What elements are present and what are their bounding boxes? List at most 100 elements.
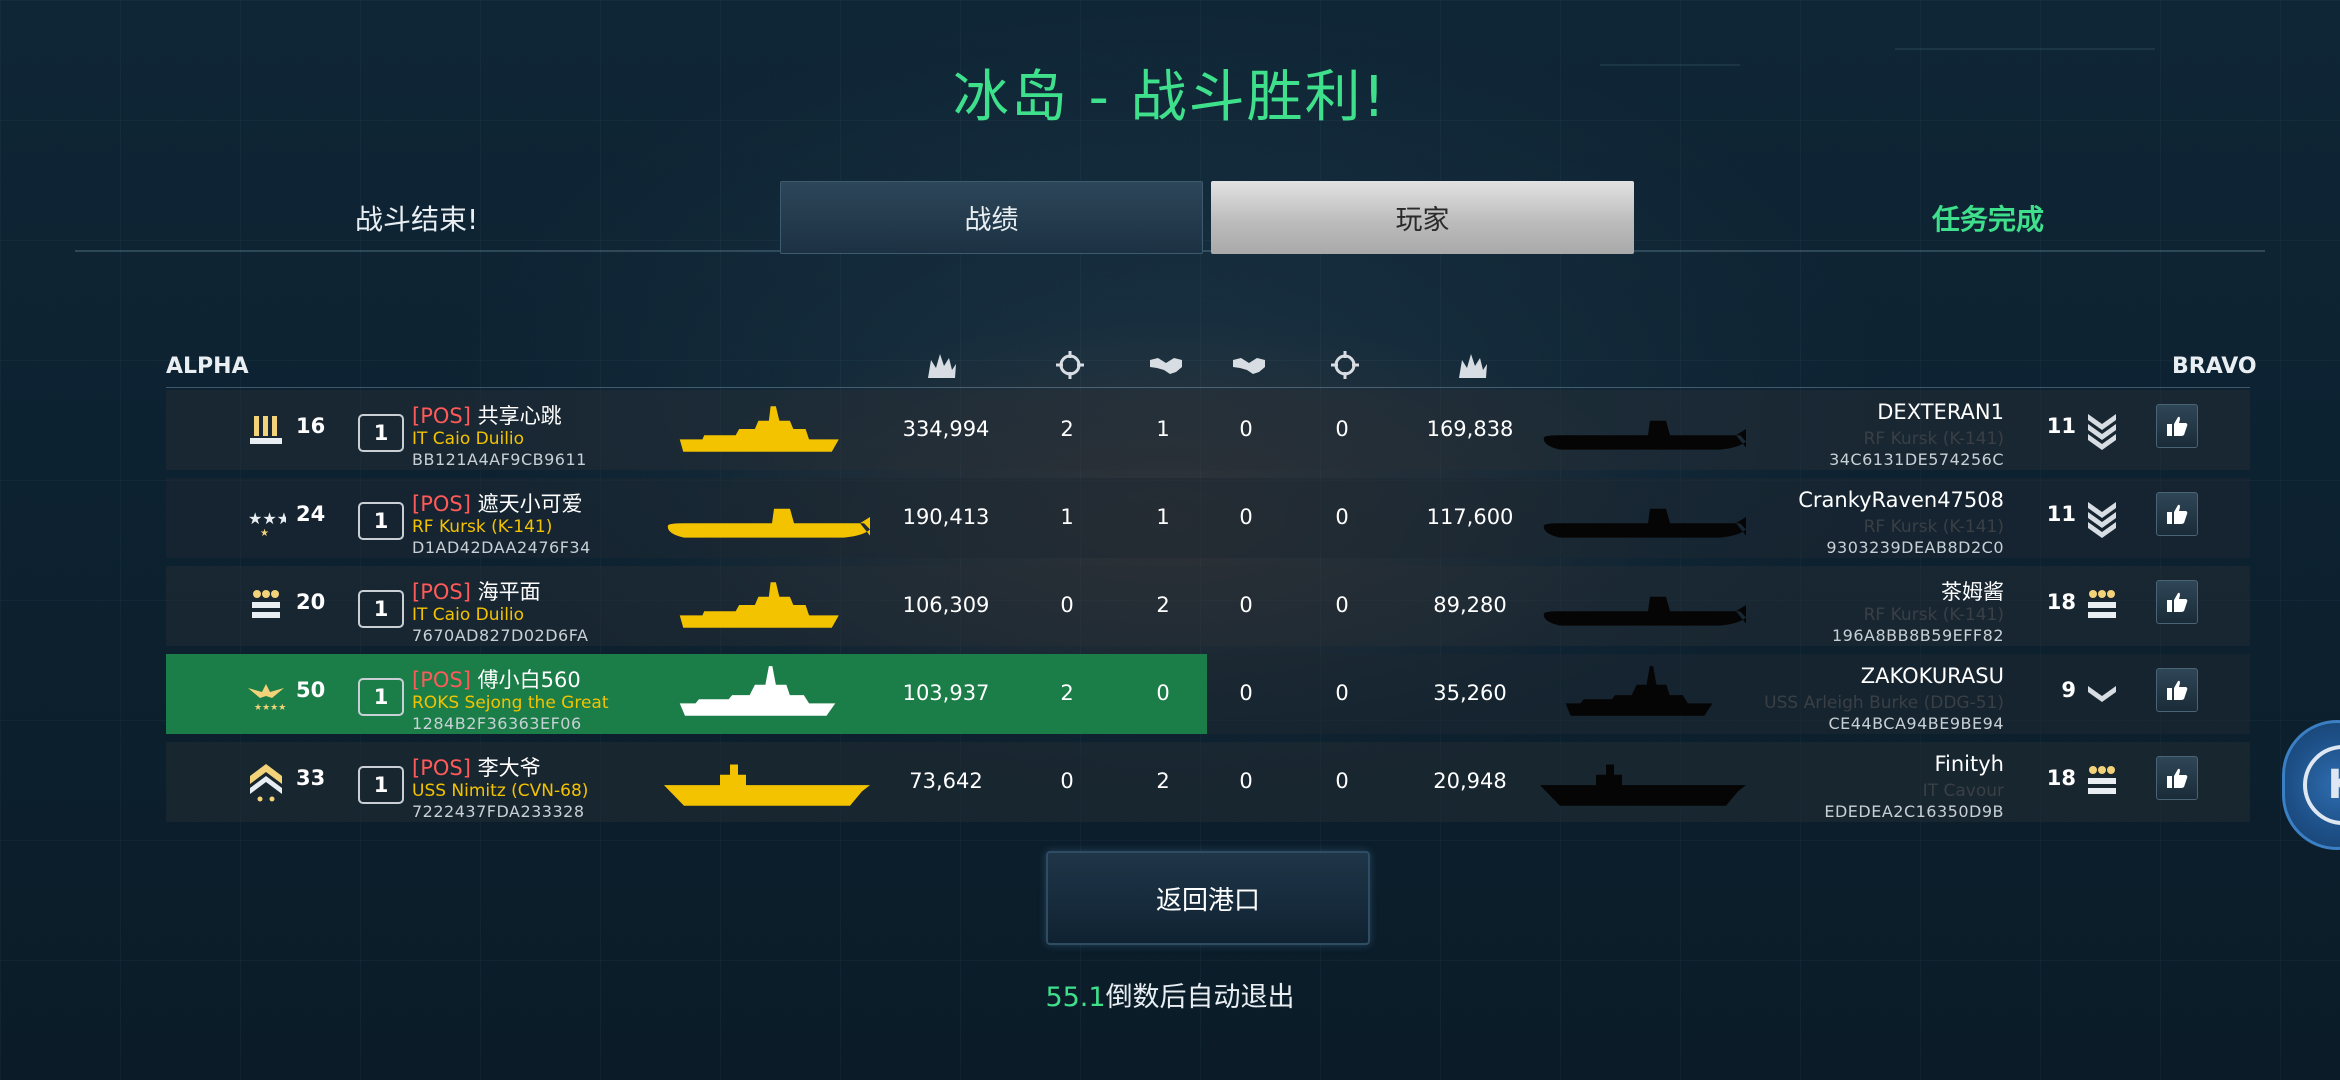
bravo-kills: 0 bbox=[1335, 593, 1349, 617]
table-row: ★★★ ★ 24 1 [POS] 遮天小可爱 RF Kursk (K-141) D… bbox=[166, 478, 2250, 558]
thumbs-up-icon bbox=[2167, 768, 2188, 788]
table-row: 16 1 [POS] 共享心跳 IT Caio Duilio BB121A4AF… bbox=[166, 390, 2250, 470]
player-id: D1AD42DAA2476F34 bbox=[412, 538, 591, 557]
mission-complete-label: 任务完成 bbox=[1932, 203, 2045, 236]
enemy-ship-name: USS Arleigh Burke (DDG-51) bbox=[1764, 693, 2004, 713]
enemy-level: 9 bbox=[2061, 678, 2076, 702]
player-name-text: 李大爷 bbox=[477, 756, 541, 780]
alpha-score: 334,994 bbox=[902, 417, 990, 441]
thumbs-up-icon bbox=[2167, 680, 2188, 700]
enemy-ship-name: RF Kursk (K-141) bbox=[1863, 429, 2004, 449]
player-level: 50 bbox=[296, 678, 326, 702]
rank-eagle-icon: ★★★★ bbox=[248, 684, 286, 713]
decor-line bbox=[1895, 48, 2155, 50]
tab-players[interactable]: 玩家 bbox=[1211, 181, 1634, 254]
rank-stars-bar-icon bbox=[2088, 590, 2116, 618]
position-box: 1 bbox=[358, 590, 404, 628]
enemy-player-name[interactable]: ZAKOKURASU bbox=[1861, 664, 2004, 688]
bravo-score: 35,260 bbox=[1433, 681, 1507, 705]
like-button[interactable] bbox=[2156, 580, 2198, 624]
battle-over-label: 战斗结束! bbox=[355, 203, 479, 236]
player-name-text: 遮天小可爱 bbox=[477, 492, 583, 516]
table-row: 20 1 [POS] 海平面 IT Caio Duilio 7670AD827D… bbox=[166, 566, 2250, 646]
bravo-score: 89,280 bbox=[1433, 593, 1507, 617]
clan-tag: [POS] bbox=[412, 404, 471, 428]
player-id: 7670AD827D02D6FA bbox=[412, 626, 589, 645]
countdown-seconds: 55.1 bbox=[1045, 982, 1106, 1013]
ship-silhouette-icon bbox=[1543, 508, 1746, 538]
enemy-player-id: 34C6131DE574256C bbox=[1829, 450, 2004, 469]
player-name[interactable]: [POS] 海平面 bbox=[412, 576, 541, 606]
ship-silhouette-icon bbox=[679, 406, 839, 452]
enemy-player-id: 196A8BB8B59EFF82 bbox=[1831, 626, 2004, 645]
player-level: 33 bbox=[296, 766, 326, 790]
bravo-score: 20,948 bbox=[1433, 769, 1507, 793]
bravo-score: 117,600 bbox=[1426, 505, 1514, 529]
player-level: 24 bbox=[296, 502, 326, 526]
rank-bars-icon bbox=[250, 416, 282, 444]
thumbs-up-icon bbox=[2167, 416, 2188, 436]
rank-chevron-small-icon bbox=[2088, 686, 2116, 702]
position-box: 1 bbox=[358, 678, 404, 716]
ship-silhouette-icon bbox=[1543, 420, 1746, 450]
clan-tag: [POS] bbox=[412, 668, 471, 692]
player-ship-name: IT Caio Duilio bbox=[412, 429, 525, 449]
bravo-kills: 0 bbox=[1335, 505, 1349, 529]
ship-silhouette-icon bbox=[679, 666, 836, 716]
enemy-player-name[interactable]: Finityh bbox=[1934, 752, 2004, 776]
player-name-text: 共享心跳 bbox=[477, 404, 562, 428]
enemy-ship-name: IT Cavour bbox=[1922, 781, 2004, 801]
svg-text:★: ★ bbox=[260, 528, 269, 538]
tab-stats-label: 战绩 bbox=[964, 205, 1019, 236]
alpha-score: 103,937 bbox=[902, 681, 990, 705]
auto-exit-countdown: 55.1倒数后自动退出 bbox=[0, 975, 2340, 1014]
return-to-port-button[interactable]: 返回港口 bbox=[1046, 851, 1370, 945]
bravo-kills: 0 bbox=[1335, 681, 1349, 705]
table-row: 33 1 [POS] 李大爷 USS Nimitz (CVN-68) 72224… bbox=[166, 742, 2250, 822]
like-button[interactable] bbox=[2156, 668, 2198, 712]
player-name[interactable]: [POS] 共享心跳 bbox=[412, 400, 562, 430]
crosshair-icon bbox=[1056, 351, 1084, 379]
tab-stats[interactable]: 战绩 bbox=[780, 181, 1203, 254]
position-box: 1 bbox=[358, 414, 404, 452]
handshake-icon bbox=[1233, 358, 1265, 374]
enemy-player-name[interactable]: 茶姆酱 bbox=[1941, 576, 2004, 606]
player-name-text: 傅小白560 bbox=[477, 668, 581, 692]
player-ship-name: RF Kursk (K-141) bbox=[412, 517, 553, 537]
thumbs-up-icon bbox=[2167, 592, 2188, 612]
player-id: 1284B2F36363EF06 bbox=[412, 714, 582, 733]
rank-stars-bar-icon bbox=[252, 590, 280, 618]
like-button[interactable] bbox=[2156, 492, 2198, 536]
enemy-ship-name: RF Kursk (K-141) bbox=[1863, 517, 2004, 537]
side-button-letter: K bbox=[2303, 745, 2340, 825]
handshake-icon bbox=[1150, 358, 1182, 374]
tab-players-label: 玩家 bbox=[1395, 205, 1450, 236]
player-id: BB121A4AF9CB9611 bbox=[412, 450, 587, 469]
player-name[interactable]: [POS] 李大爷 bbox=[412, 752, 541, 782]
like-button[interactable] bbox=[2156, 756, 2198, 800]
clan-tag: [POS] bbox=[412, 492, 471, 516]
side-floating-button[interactable]: K bbox=[2282, 720, 2340, 850]
player-name[interactable]: [POS] 遮天小可爱 bbox=[412, 488, 583, 518]
player-level: 16 bbox=[296, 414, 326, 438]
alpha-score: 190,413 bbox=[902, 505, 990, 529]
team-alpha-label: ALPHA bbox=[166, 354, 249, 379]
bravo-score: 169,838 bbox=[1426, 417, 1514, 441]
svg-text:★★★: ★★★ bbox=[248, 509, 286, 528]
enemy-player-name[interactable]: DEXTERAN1 bbox=[1877, 400, 2004, 424]
svg-text:★★★★: ★★★★ bbox=[254, 703, 286, 713]
ship-silhouette-icon bbox=[1540, 764, 1746, 806]
enemy-player-name[interactable]: CrankyRaven47508 bbox=[1798, 488, 2004, 512]
table-header-divider bbox=[166, 387, 2250, 388]
enemy-ship-name: RF Kursk (K-141) bbox=[1863, 605, 2004, 625]
position-box: 1 bbox=[358, 766, 404, 804]
player-name[interactable]: [POS] 傅小白560 bbox=[412, 664, 581, 694]
alpha-score: 73,642 bbox=[909, 769, 983, 793]
like-button[interactable] bbox=[2156, 404, 2198, 448]
return-to-port-label: 返回港口 bbox=[1155, 885, 1260, 916]
ship-silhouette-icon bbox=[667, 508, 870, 538]
bravo-kills: 0 bbox=[1335, 769, 1349, 793]
player-ship-name: IT Caio Duilio bbox=[412, 605, 525, 625]
team-bravo-label: BRAVO bbox=[2172, 354, 2257, 379]
bravo-kills: 0 bbox=[1335, 417, 1349, 441]
